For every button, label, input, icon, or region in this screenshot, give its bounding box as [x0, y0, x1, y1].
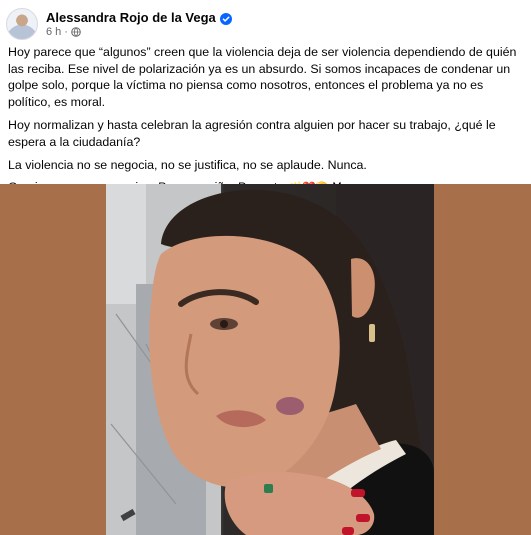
globe-icon [71, 27, 81, 37]
post-photo[interactable] [106, 184, 434, 535]
author-block: Alessandra Rojo de la Vega 6 h · [46, 10, 232, 38]
author-row: Alessandra Rojo de la Vega [46, 10, 232, 25]
author-avatar[interactable] [6, 8, 38, 40]
post-photo-frame[interactable] [0, 184, 531, 535]
post-paragraph-2: Hoy normalizan y hasta celebran la agres… [8, 118, 496, 149]
facebook-post: Alessandra Rojo de la Vega 6 h · Hoy par… [0, 0, 531, 535]
post-message: Hoy parece que “algunos” creen que la vi… [8, 44, 524, 203]
post-header: Alessandra Rojo de la Vega 6 h · [6, 6, 232, 42]
post-timestamp[interactable]: 6 h [46, 26, 61, 38]
post-paragraph-1: Hoy parece que “algunos” creen que la vi… [8, 45, 517, 109]
verified-badge-icon [219, 12, 232, 25]
post-meta: 6 h · [46, 26, 232, 38]
post-paragraph-3: La violencia no se negocia, no se justif… [8, 158, 367, 172]
author-name[interactable]: Alessandra Rojo de la Vega [46, 10, 216, 25]
meta-separator: · [64, 26, 68, 38]
